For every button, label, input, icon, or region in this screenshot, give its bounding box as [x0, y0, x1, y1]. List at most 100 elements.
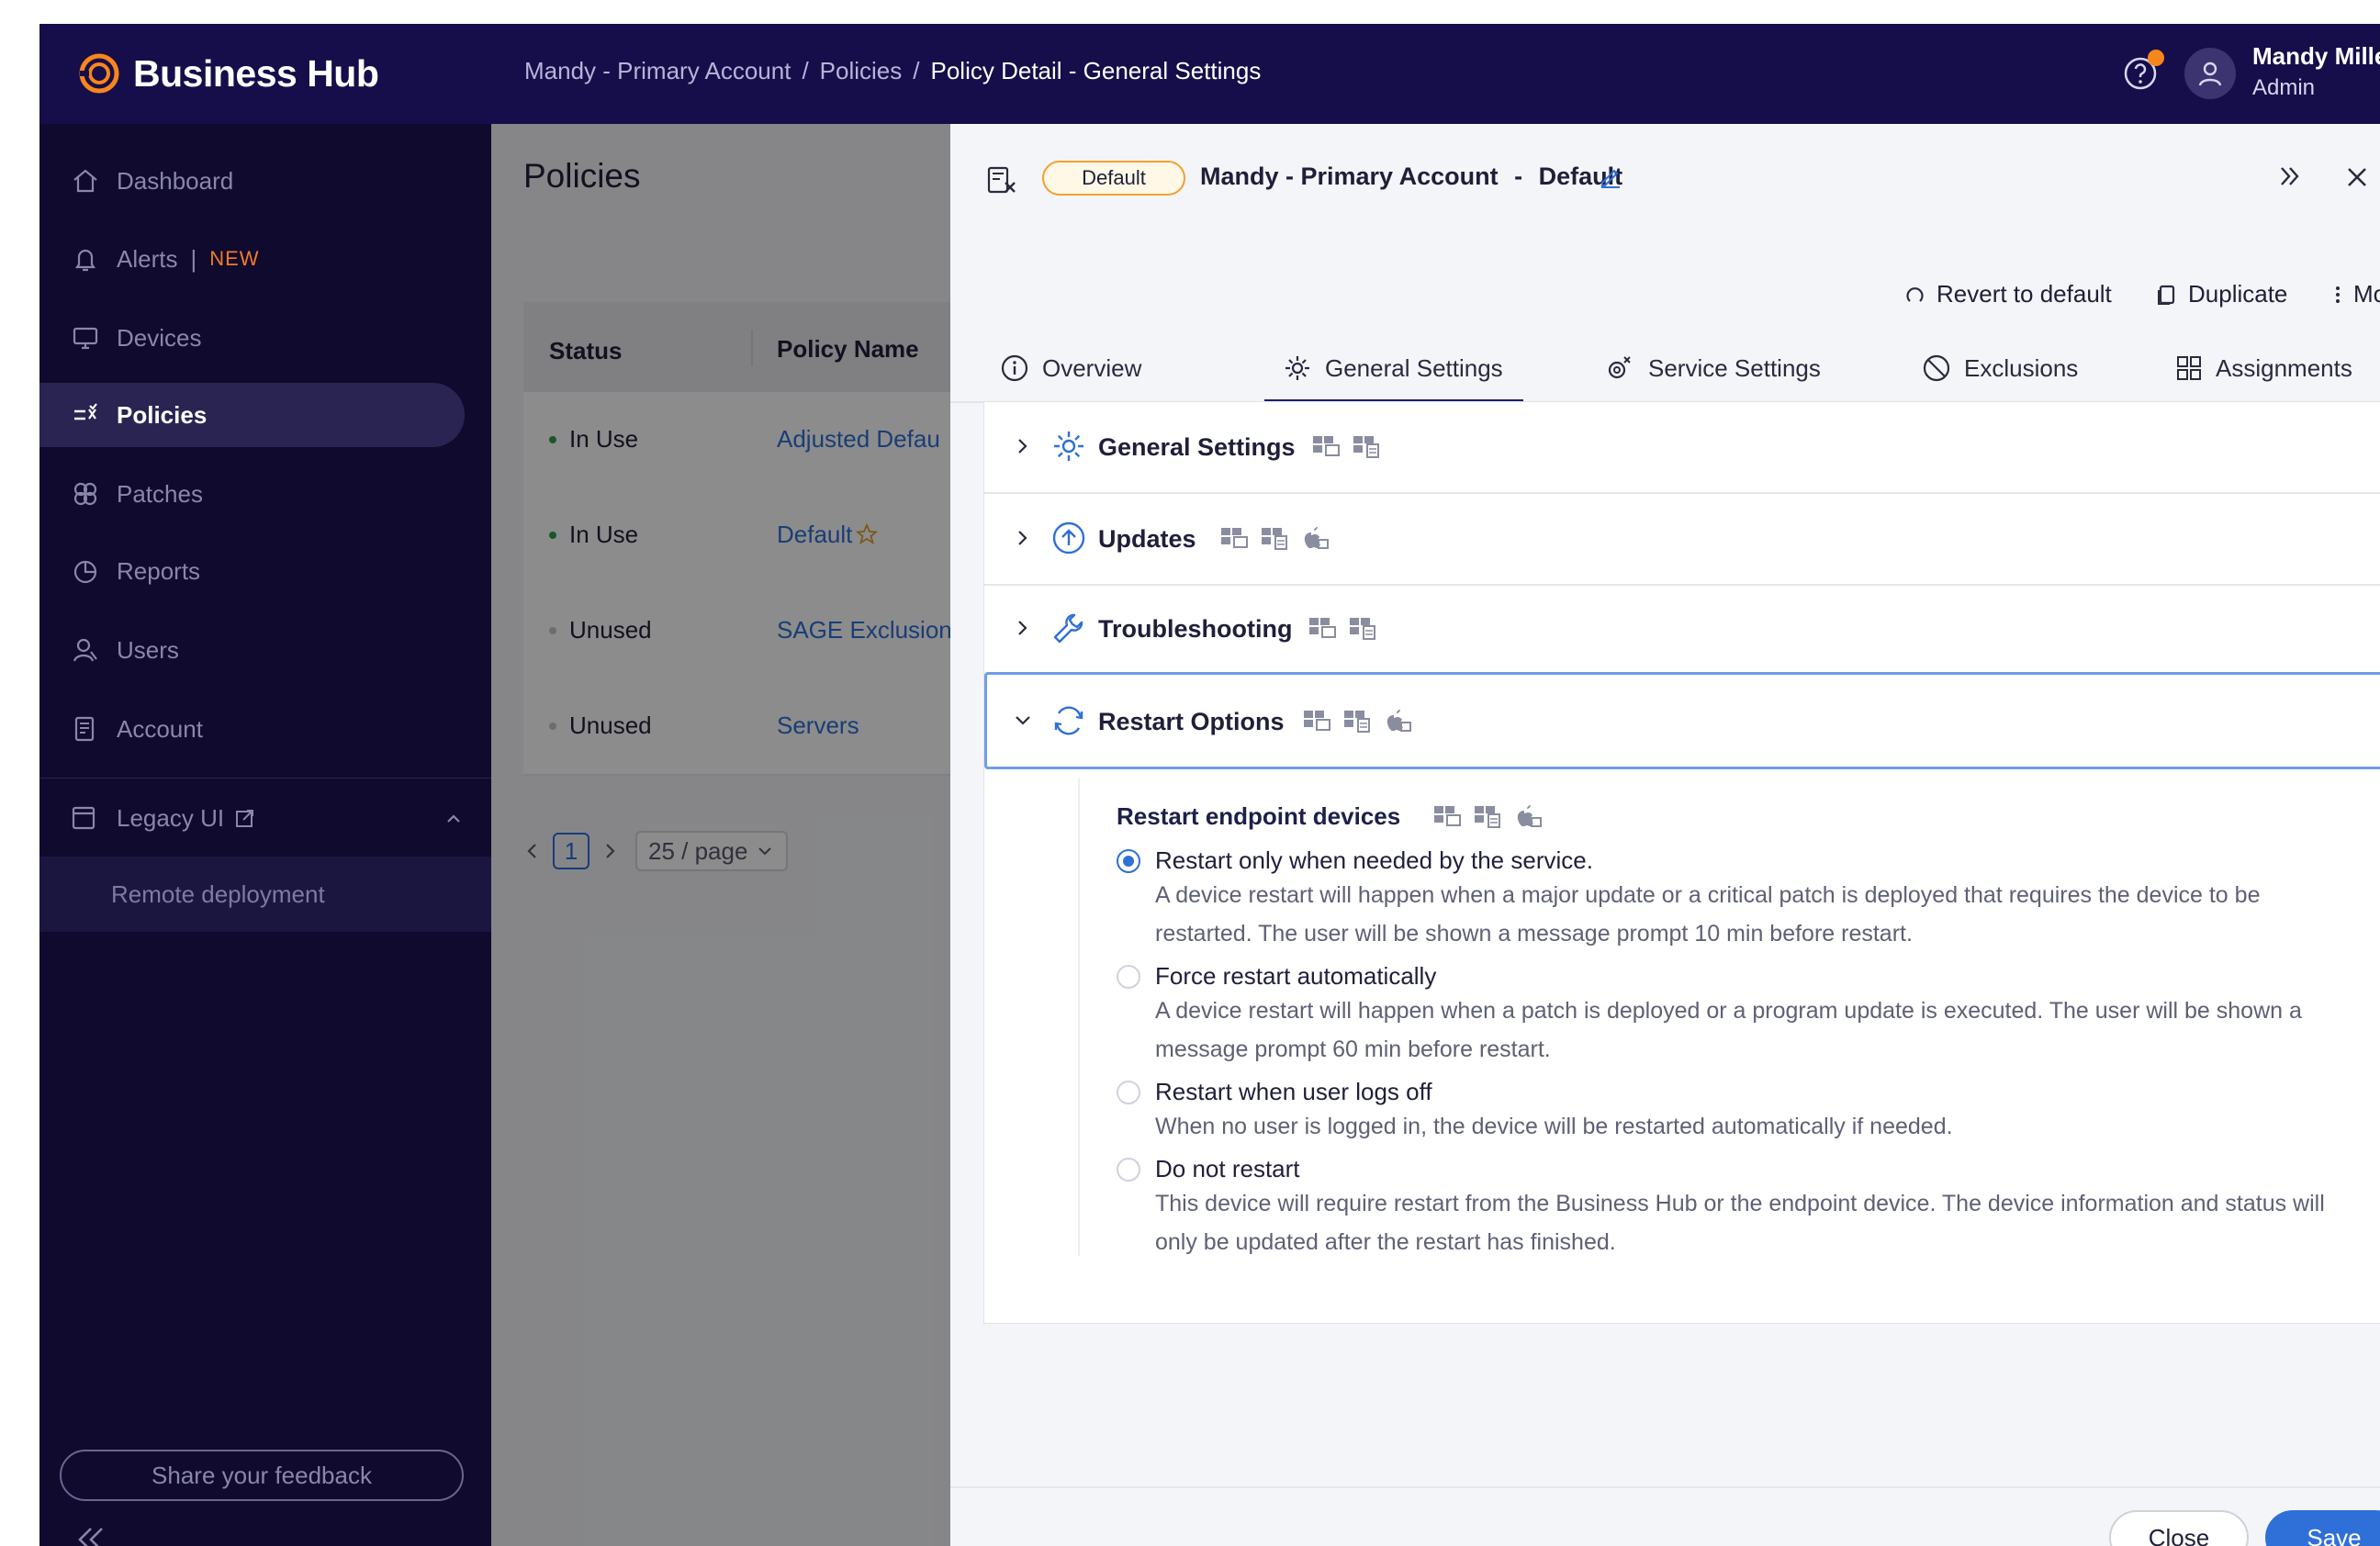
drawer-footer: Close Save [950, 1486, 2380, 1546]
breadcrumb: Mandy - Primary Account / Policies / Pol… [524, 57, 1261, 85]
section-troubleshooting[interactable]: Troubleshooting [984, 584, 2380, 676]
radio-restart-when-needed[interactable]: Restart only when needed by the service. [1117, 846, 1593, 875]
windows-desktop-icon [1304, 711, 1330, 731]
restart-heading-text: Restart endpoint devices [1117, 802, 1401, 830]
more-label: More [2353, 280, 2380, 308]
sidebar-item-users[interactable]: Users [39, 618, 465, 682]
action-bar: Revert to default Duplicate More [950, 280, 2380, 317]
save-button[interactable]: Save [2265, 1510, 2380, 1546]
section-restart-options[interactable]: Restart Options [984, 672, 2380, 769]
os-icons [1432, 803, 1543, 829]
edit-pencil-icon[interactable] [1599, 164, 1622, 188]
tab-label: Service Settings [1648, 353, 1821, 382]
tab-general-settings[interactable]: General Settings [1264, 337, 1523, 402]
radio-button-selected[interactable] [1117, 848, 1140, 873]
close-button[interactable]: Close [2109, 1510, 2249, 1546]
windows-server-icon [1262, 528, 1287, 550]
more-vertical-icon [2336, 286, 2340, 303]
section-general-settings[interactable]: General Settings [984, 402, 2380, 494]
os-icons [1302, 708, 1423, 734]
app-name: Business Hub [133, 51, 379, 95]
radio-button[interactable] [1117, 1080, 1140, 1104]
revert-to-default-button[interactable]: Revert to default [1903, 280, 2112, 308]
chevron-right-icon[interactable] [1012, 435, 1034, 457]
chevron-right-icon[interactable] [1012, 527, 1034, 549]
window-icon [69, 801, 102, 835]
default-badge: Default [1042, 161, 1185, 196]
sidebar-item-label: Account [117, 714, 203, 743]
sidebar-item-label: Reports [117, 556, 201, 585]
sidebar-item-label: Patches [117, 479, 203, 508]
grid-icon [2177, 356, 2201, 380]
policy-title-account: Mandy - Primary Account [1200, 162, 1499, 190]
sidebar-item-alerts[interactable]: Alerts | NEW [39, 227, 465, 291]
monitor-icon [69, 321, 102, 354]
more-button[interactable]: More [2331, 280, 2380, 308]
sidebar-item-dashboard[interactable]: Dashboard [39, 149, 465, 213]
apple-icon [1386, 710, 1411, 732]
breadcrumb-current: Policy Detail - General Settings [930, 57, 1262, 84]
chevron-right-icon[interactable] [1012, 617, 1034, 639]
apple-icon [1518, 805, 1543, 827]
chevron-down-icon[interactable] [1012, 710, 1034, 732]
section-title: Troubleshooting [1098, 615, 1293, 643]
windows-desktop-icon [1309, 618, 1336, 638]
info-icon [1001, 354, 1028, 382]
sidebar-item-policies[interactable]: Policies [39, 383, 465, 447]
sidebar-item-label: Policies [117, 400, 208, 429]
option-description: This device will require restart from th… [1155, 1191, 2325, 1255]
share-feedback-button[interactable]: Share your feedback [60, 1450, 464, 1501]
tab-label: Exclusions [1964, 353, 2079, 382]
sidebar-item-legacy-ui[interactable]: Legacy UI [39, 781, 491, 855]
tab-service-settings[interactable]: Service Settings [1604, 337, 1821, 399]
radio-do-not-restart[interactable]: Do not restart [1117, 1155, 1300, 1183]
tab-assignments[interactable]: Assignments [2175, 337, 2352, 399]
collapse-sidebar-icon[interactable] [73, 1521, 109, 1546]
policy-title: Mandy - Primary Account - Default [1200, 162, 1622, 191]
sidebar-item-devices[interactable]: Devices [39, 306, 465, 370]
sidebar-item-reports[interactable]: Reports [39, 539, 465, 603]
sidebar-item-account[interactable]: Account [39, 697, 465, 761]
duplicate-button[interactable]: Duplicate [2155, 280, 2287, 308]
close-icon[interactable] [2344, 164, 2370, 190]
duplicate-label: Duplicate [2188, 280, 2288, 308]
sidebar-item-patches[interactable]: Patches [39, 462, 465, 526]
notification-dot [2148, 50, 2164, 66]
option-label: Do not restart [1155, 1155, 1300, 1182]
radio-restart-on-logoff[interactable]: Restart when user logs off [1117, 1078, 1432, 1106]
policy-detail-drawer: Default Mandy - Primary Account - Defaul… [950, 124, 2380, 1546]
radio-button[interactable] [1117, 1157, 1140, 1182]
sidebar: Dashboard Alerts | NEW Devices Policies [39, 124, 491, 1546]
tab-bar: Overview General Settings Service Settin… [950, 337, 2380, 403]
expand-drawer-icon[interactable] [2276, 162, 2304, 190]
breadcrumb-policies[interactable]: Policies [820, 57, 903, 85]
new-badge: NEW [209, 247, 260, 270]
radio-force-restart[interactable]: Force restart automatically [1117, 962, 1436, 991]
tab-overview[interactable]: Overview [1000, 337, 1141, 399]
avatar[interactable] [2184, 48, 2236, 99]
user-name[interactable]: Mandy Mille [2252, 42, 2380, 71]
windows-desktop-icon [1221, 528, 1248, 548]
external-link-icon [236, 810, 254, 827]
tab-exclusions[interactable]: Exclusions [1922, 337, 2078, 399]
breadcrumb-account[interactable]: Mandy - Primary Account [524, 57, 791, 85]
sidebar-subitem-remote-deployment[interactable]: Remote deployment [39, 857, 491, 932]
windows-server-icon [1475, 806, 1501, 828]
policies-icon [69, 398, 102, 431]
option-label: Restart only when needed by the service. [1155, 846, 1593, 874]
restart-heading: Restart endpoint devices [1117, 802, 1543, 831]
brand-logo[interactable]: Business Hub [76, 46, 379, 101]
logo-icon [79, 53, 119, 94]
windows-server-icon [1344, 711, 1370, 733]
os-icons [1308, 615, 1388, 641]
restart-options-body: Restart endpoint devices Restart only wh… [984, 769, 2380, 1324]
sidebar-item-label: Remote deployment [111, 879, 325, 908]
option-label: Restart when user logs off [1155, 1078, 1432, 1105]
section-updates[interactable]: Updates [984, 494, 2380, 586]
option-description: When no user is logged in, the device wi… [1155, 1114, 1953, 1139]
user-icon [2198, 62, 2222, 86]
windows-server-icon [1350, 618, 1375, 640]
breadcrumb-separator: / [802, 57, 809, 84]
chevron-up-icon[interactable] [443, 809, 464, 829]
radio-button[interactable] [1117, 964, 1140, 989]
